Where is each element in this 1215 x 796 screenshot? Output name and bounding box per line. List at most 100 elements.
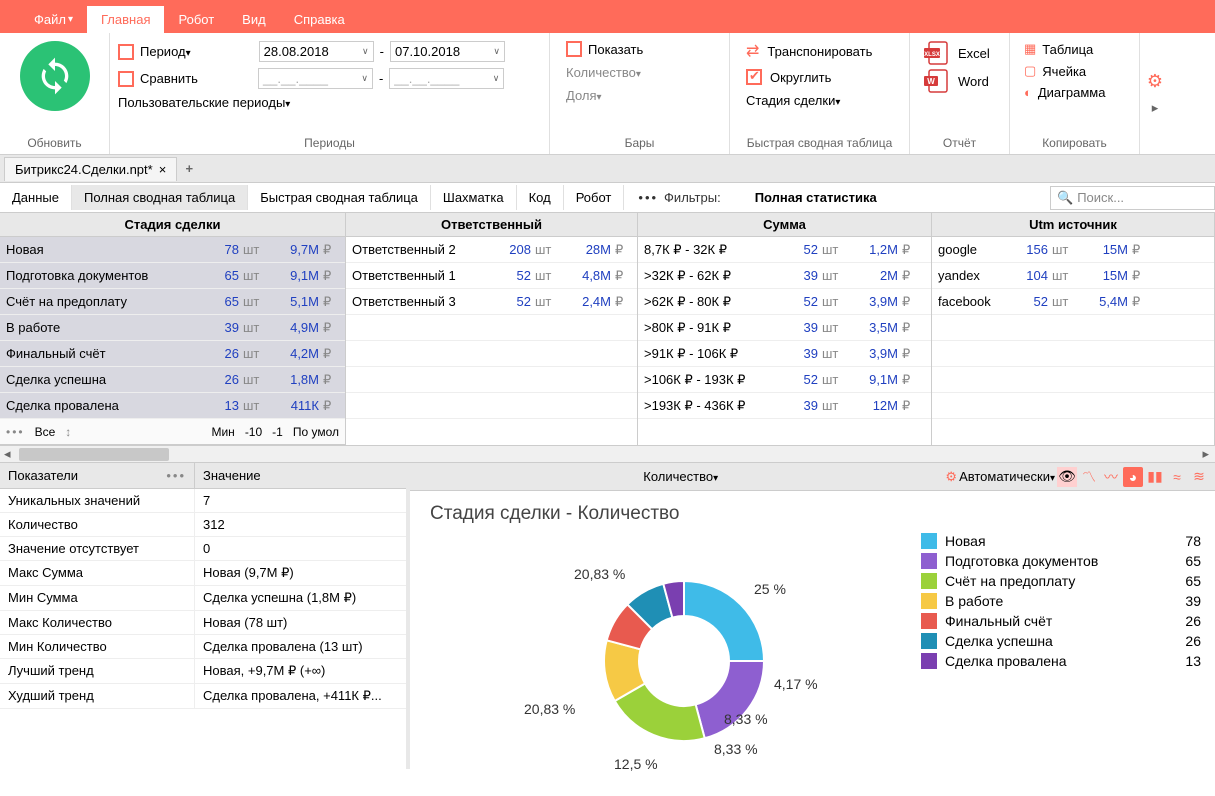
table-row[interactable]: Подготовка документов 65шт 9,1М₽ — [0, 263, 345, 289]
ribbon-expand-icon[interactable]: ▸ — [1152, 100, 1159, 116]
export-word[interactable]: W Word — [922, 69, 990, 93]
chart-measure-dropdown[interactable]: Количество▾ — [416, 469, 945, 484]
copy-diagram[interactable]: ◐Диаграмма — [1024, 85, 1105, 100]
full-stats-label: Полная статистика — [735, 190, 877, 205]
more-icon[interactable]: ••• — [166, 468, 186, 483]
compare-checkbox[interactable] — [118, 71, 134, 87]
user-periods[interactable]: Пользовательские периоды▾ — [118, 95, 290, 110]
table-row[interactable]: Сделка успешна 26шт 1,8М₽ — [0, 367, 345, 393]
scale-min[interactable]: Мин — [211, 425, 234, 439]
search-input[interactable]: 🔍Поиск... — [1050, 186, 1215, 210]
share-dropdown[interactable]: Доля▾ — [566, 88, 643, 103]
slice-label: 12,5 % — [614, 756, 658, 772]
settings-icon[interactable]: ⚙ — [1147, 71, 1163, 92]
stage-dropdown[interactable]: Стадия сделки▾ — [746, 93, 872, 108]
col-stage-header[interactable]: Стадия сделки — [0, 213, 345, 237]
table-row[interactable]: >91К ₽ - 106К ₽ 39шт 3,9М₽ — [638, 341, 931, 367]
table-row — [932, 367, 1214, 393]
copy-table[interactable]: ▦Таблица — [1024, 41, 1105, 57]
table-row[interactable]: >62К ₽ - 80К ₽ 52шт 3,9М₽ — [638, 289, 931, 315]
tab-data[interactable]: Данные — [0, 185, 72, 210]
compare-from[interactable]: __.__.____∨ — [258, 68, 373, 89]
area-chart-icon[interactable]: ≈ — [1167, 467, 1187, 487]
show-checkbox[interactable] — [566, 41, 582, 57]
table-row[interactable]: >80К ₽ - 91К ₽ 39шт 3,5М₽ — [638, 315, 931, 341]
ribbon: Обновить Период▾ 28.08.2018∨ - 07.10.201… — [0, 33, 1215, 155]
export-excel[interactable]: XLSX Excel — [922, 41, 990, 65]
menu-file[interactable]: Файл▾ — [20, 6, 87, 33]
menu-view[interactable]: Вид — [228, 6, 280, 33]
table-row[interactable]: 8,7К ₽ - 32К ₽ 52шт 1,2М₽ — [638, 237, 931, 263]
table-row[interactable]: >106К ₽ - 193К ₽ 52шт 9,1М₽ — [638, 367, 931, 393]
table-row[interactable]: >193К ₽ - 436К ₽ 39шт 12М₽ — [638, 393, 931, 419]
stacked-icon[interactable]: ≋ — [1189, 467, 1209, 487]
table-row[interactable]: Сделка провалена 13шт 411К₽ — [0, 393, 345, 419]
table-row[interactable]: facebook 52шт 5,4М₽ — [932, 289, 1214, 315]
scale-m1[interactable]: -1 — [272, 425, 283, 439]
gear-icon[interactable]: ⚙ — [945, 469, 957, 485]
tab-code[interactable]: Код — [517, 185, 564, 210]
tab-chess[interactable]: Шахматка — [431, 185, 517, 210]
table-row[interactable]: Счёт на предоплату 65шт 5,1М₽ — [0, 289, 345, 315]
scale-all[interactable]: Все — [35, 425, 56, 439]
date-to[interactable]: 07.10.2018∨ — [390, 41, 505, 62]
legend-item[interactable]: Счёт на предоплату 65 — [921, 571, 1201, 591]
more-icon[interactable]: ••• — [6, 425, 25, 439]
col-sum-header[interactable]: Сумма — [638, 213, 931, 237]
line-chart-icon[interactable]: 〽 — [1079, 467, 1099, 487]
col-utm-header[interactable]: Utm источник — [932, 213, 1214, 237]
legend-item[interactable]: Новая 78 — [921, 531, 1201, 551]
compare-to[interactable]: __.__.____∨ — [389, 68, 504, 89]
more-icon[interactable]: ••• — [638, 190, 658, 205]
bar-chart-icon[interactable]: ▮▮ — [1145, 467, 1165, 487]
legend-item[interactable]: Сделка провалена 13 — [921, 651, 1201, 671]
legend-item[interactable]: Подготовка документов 65 — [921, 551, 1201, 571]
scale-up-icon[interactable]: ↕ — [65, 425, 71, 439]
table-row[interactable]: В работе 39шт 4,9М₽ — [0, 315, 345, 341]
tab-robot[interactable]: Робот — [564, 185, 625, 210]
table-row[interactable]: yandex 104шт 15М₽ — [932, 263, 1214, 289]
add-tab[interactable]: + — [177, 161, 201, 176]
legend-item[interactable]: Финальный счёт 26 — [921, 611, 1201, 631]
multiline-icon[interactable]: 〰 — [1101, 467, 1121, 487]
table-row — [346, 341, 637, 367]
round-button[interactable]: Округлить — [746, 69, 872, 85]
table-row[interactable]: google 156шт 15М₽ — [932, 237, 1214, 263]
menu-help[interactable]: Справка — [280, 6, 359, 33]
eye-icon[interactable]: 👁 — [1057, 467, 1077, 487]
table-row — [932, 341, 1214, 367]
menu-robot[interactable]: Робот — [164, 6, 228, 33]
close-icon[interactable]: × — [159, 162, 167, 177]
table-row[interactable]: Ответственный 1 52шт 4,8М₽ — [346, 263, 637, 289]
col-resp-header[interactable]: Ответственный — [346, 213, 637, 237]
table-row[interactable]: Ответственный 2 208шт 28М₽ — [346, 237, 637, 263]
doc-tab[interactable]: Битрикс24.Сделки.npt*× — [4, 157, 177, 181]
pie-chart-icon[interactable]: ◕ — [1123, 467, 1143, 487]
legend-item[interactable]: Сделка успешна 26 — [921, 631, 1201, 651]
menu-main[interactable]: Главная — [87, 6, 164, 33]
tab-quick-pivot[interactable]: Быстрая сводная таблица — [248, 185, 431, 210]
horizontal-scrollbar[interactable]: ◂ ▸ — [0, 446, 1215, 463]
table-row — [346, 367, 637, 393]
scale-default[interactable]: По умол — [293, 425, 339, 439]
chart-auto-dropdown[interactable]: Автоматически▾ — [959, 469, 1055, 484]
table-row[interactable]: Ответственный 3 52шт 2,4М₽ — [346, 289, 637, 315]
quantity-dropdown[interactable]: Количество▾ — [566, 65, 643, 80]
period-checkbox[interactable] — [118, 44, 134, 60]
copy-cell[interactable]: ▢Ячейка — [1024, 63, 1105, 79]
transpose-button[interactable]: ⇄Транспонировать — [746, 41, 872, 61]
table-row[interactable]: Новая 78шт 9,7М₽ — [0, 237, 345, 263]
period-label[interactable]: Период▾ — [140, 44, 191, 59]
table-row[interactable]: Финальный счёт 26шт 4,2М₽ — [0, 341, 345, 367]
compare-label: Сравнить — [140, 71, 198, 86]
periods-group-label: Периоды — [118, 134, 541, 150]
refresh-button[interactable] — [20, 41, 90, 111]
slice-label: 20,83 % — [524, 701, 575, 717]
table-row[interactable]: >32К ₽ - 62К ₽ 39шт 2М₽ — [638, 263, 931, 289]
round-checkbox[interactable] — [746, 69, 762, 85]
bars-group-label: Бары — [558, 134, 721, 150]
legend-item[interactable]: В работе 39 — [921, 591, 1201, 611]
scale-m10[interactable]: -10 — [245, 425, 262, 439]
date-from[interactable]: 28.08.2018∨ — [259, 41, 374, 62]
tab-full-pivot[interactable]: Полная сводная таблица — [72, 185, 248, 210]
